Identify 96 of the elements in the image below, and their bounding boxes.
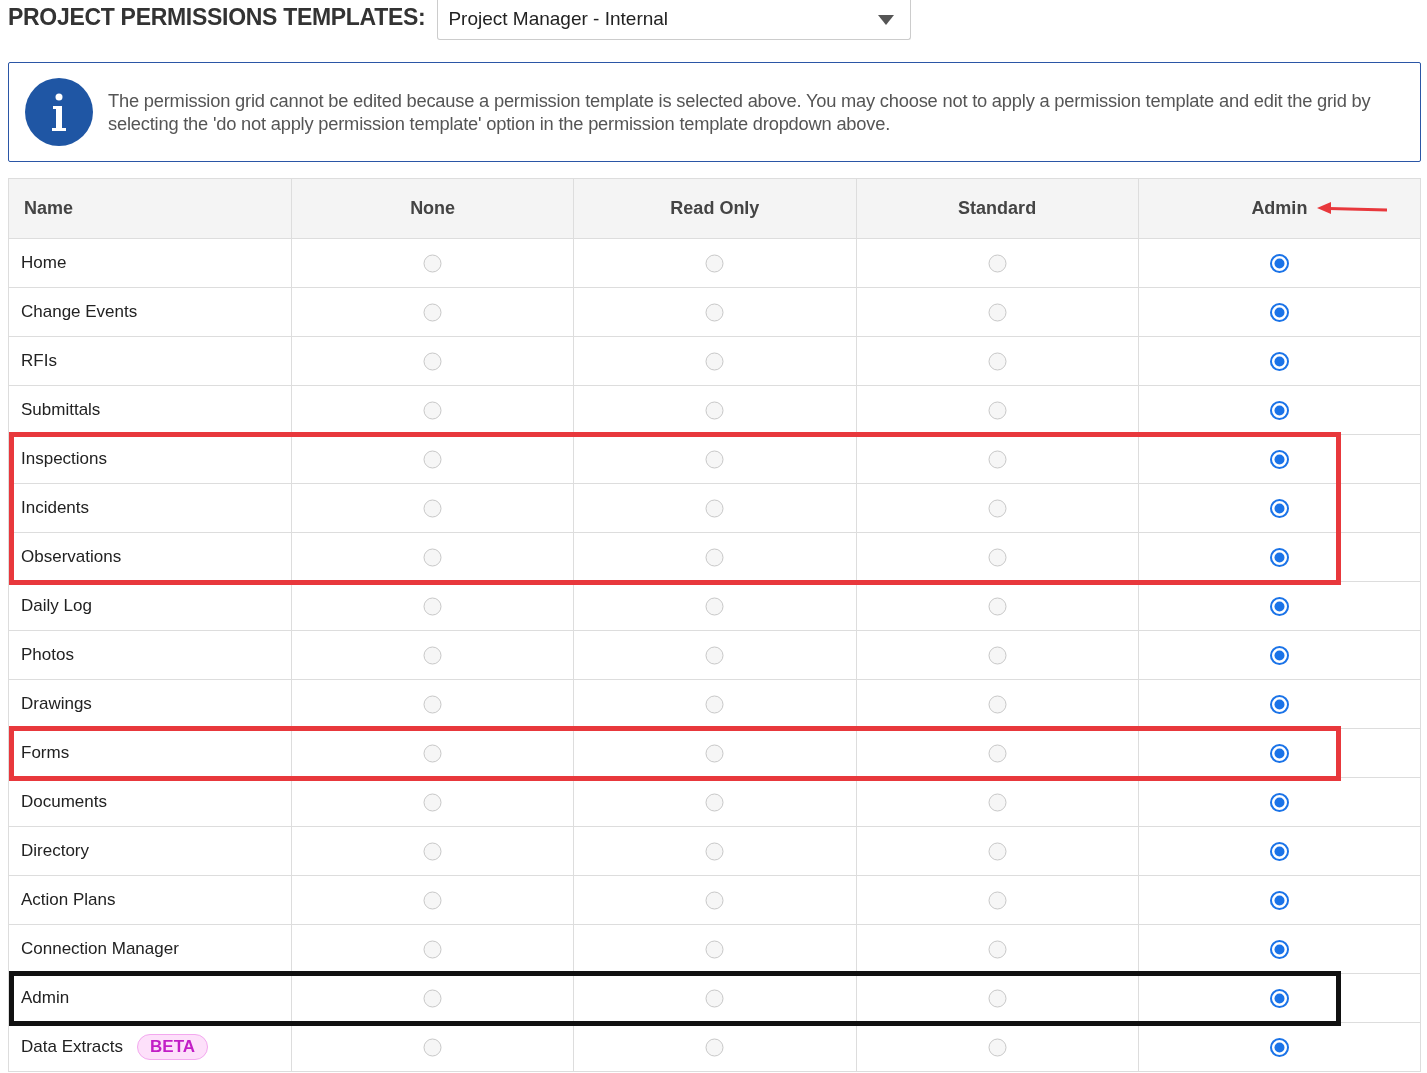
radio-button[interactable]	[1269, 548, 1289, 568]
radio-button[interactable]	[423, 646, 443, 666]
radio-button[interactable]	[1269, 597, 1289, 617]
module-name: Admin	[21, 988, 70, 1008]
radio-button[interactable]	[423, 793, 443, 813]
radio-button[interactable]	[423, 842, 443, 862]
module-name: Inspections	[21, 449, 107, 469]
radio-button[interactable]	[423, 695, 443, 715]
radio-button[interactable]	[1269, 940, 1289, 960]
radio-button[interactable]	[987, 548, 1007, 568]
radio-button[interactable]	[987, 401, 1007, 421]
radio-button[interactable]	[705, 1038, 725, 1058]
radio-button[interactable]	[423, 401, 443, 421]
caret-icon	[878, 14, 895, 25]
radio-button[interactable]	[987, 1038, 1007, 1058]
info-icon	[25, 78, 93, 146]
module-name: Connection Manager	[21, 939, 179, 959]
page-title: PROJECT PERMISSIONS TEMPLATES:	[8, 3, 426, 32]
radio-button[interactable]	[1269, 450, 1289, 470]
radio-button[interactable]	[987, 597, 1007, 617]
column-header: Standard	[856, 178, 1139, 239]
radio-button[interactable]	[705, 989, 725, 1009]
radio-button[interactable]	[705, 401, 725, 421]
radio-button[interactable]	[987, 695, 1007, 715]
module-name: Data Extracts	[21, 1037, 124, 1056]
radio-button[interactable]	[987, 254, 1007, 274]
radio-button[interactable]	[705, 646, 725, 666]
radio-button[interactable]	[705, 352, 725, 372]
radio-button[interactable]	[1269, 646, 1289, 666]
radio-button[interactable]	[987, 646, 1007, 666]
radio-button[interactable]	[423, 254, 443, 274]
radio-button[interactable]	[705, 548, 725, 568]
radio-button[interactable]	[1269, 254, 1289, 274]
radio-button[interactable]	[705, 450, 725, 470]
radio-button[interactable]	[1269, 695, 1289, 715]
module-name: Action Plans	[21, 890, 116, 910]
radio-button[interactable]	[1269, 891, 1289, 911]
radio-button[interactable]	[705, 254, 725, 274]
radio-button[interactable]	[705, 940, 725, 960]
column-header: Read Only	[573, 178, 856, 239]
radio-button[interactable]	[987, 352, 1007, 372]
radio-button[interactable]	[1269, 1038, 1289, 1058]
radio-button[interactable]	[987, 303, 1007, 323]
module-name: Directory	[21, 841, 89, 861]
module-name: Observations	[21, 547, 122, 567]
column-header: Name	[8, 178, 292, 239]
radio-button[interactable]	[987, 450, 1007, 470]
radio-button[interactable]	[1269, 401, 1289, 421]
module-name: Incidents	[21, 498, 90, 518]
module-name: Change Events	[21, 302, 138, 322]
module-name: Submittals	[21, 400, 101, 420]
radio-button[interactable]	[1269, 303, 1289, 323]
info-message: The permission grid cannot be edited because a permission template is selected above. You may choose not to apply a permission template and edit the grid by selecting the 'do not apply permission template' option in the permission template dropdown above.	[108, 89, 1372, 135]
radio-button[interactable]	[705, 891, 725, 911]
radio-button[interactable]	[423, 989, 443, 1009]
module-name: Documents	[21, 792, 107, 812]
module-name: Forms	[21, 743, 70, 763]
radio-button[interactable]	[987, 499, 1007, 519]
radio-button[interactable]	[423, 891, 443, 911]
module-name: Daily Log	[21, 596, 92, 616]
radio-button[interactable]	[705, 499, 725, 519]
radio-button[interactable]	[1269, 793, 1289, 813]
radio-button[interactable]	[987, 989, 1007, 1009]
column-header: Admin	[1138, 178, 1421, 239]
column-header: None	[291, 178, 574, 239]
beta-badge: BETA	[137, 1034, 209, 1060]
radio-button[interactable]	[423, 1038, 443, 1058]
radio-button[interactable]	[1269, 499, 1289, 519]
radio-button[interactable]	[1269, 744, 1289, 764]
radio-button[interactable]	[423, 303, 443, 323]
radio-button[interactable]	[987, 793, 1007, 813]
radio-button[interactable]	[987, 891, 1007, 911]
radio-button[interactable]	[1269, 842, 1289, 862]
radio-button[interactable]	[423, 352, 443, 372]
module-name: Photos	[21, 645, 74, 665]
radio-button[interactable]	[705, 695, 725, 715]
radio-button[interactable]	[705, 597, 725, 617]
radio-button[interactable]	[987, 940, 1007, 960]
radio-button[interactable]	[423, 548, 443, 568]
radio-button[interactable]	[987, 744, 1007, 764]
module-name: RFIs	[21, 351, 57, 371]
radio-button[interactable]	[705, 793, 725, 813]
radio-button[interactable]	[423, 499, 443, 519]
radio-button[interactable]	[423, 597, 443, 617]
radio-button[interactable]	[423, 940, 443, 960]
radio-button[interactable]	[1269, 989, 1289, 1009]
module-name: Home	[21, 253, 67, 273]
radio-button[interactable]	[1269, 352, 1289, 372]
radio-button[interactable]	[423, 744, 443, 764]
radio-button[interactable]	[705, 842, 725, 862]
radio-button[interactable]	[987, 842, 1007, 862]
radio-button[interactable]	[705, 744, 725, 764]
module-name: Drawings	[21, 694, 92, 714]
radio-button[interactable]	[705, 303, 725, 323]
radio-button[interactable]	[423, 450, 443, 470]
template-dropdown[interactable]: Project Manager - Internal	[437, 0, 912, 40]
